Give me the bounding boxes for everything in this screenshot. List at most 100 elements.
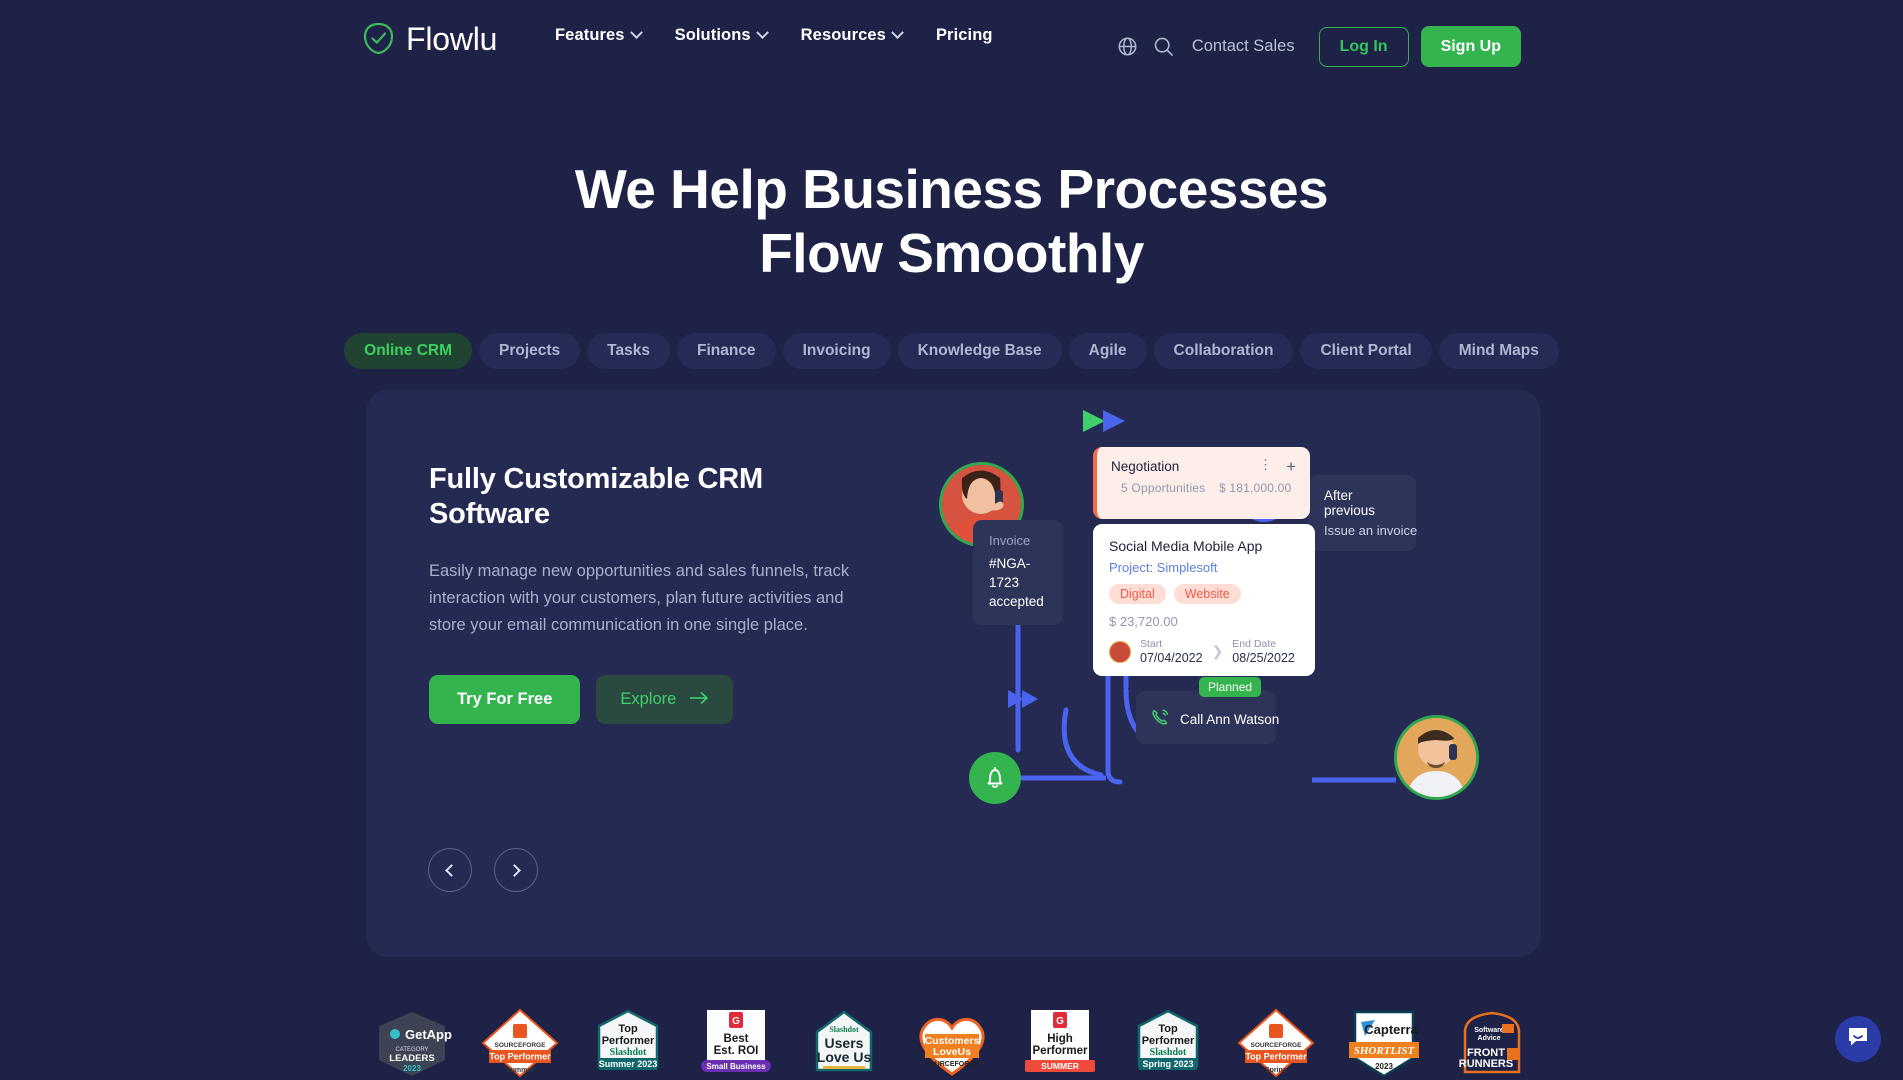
tab-tasks[interactable]: Tasks bbox=[587, 333, 670, 369]
crm-illustration: After previous Issue an invoice Invoice … bbox=[366, 390, 1541, 957]
status-badge: Planned bbox=[1199, 677, 1262, 697]
chevron-right-icon bbox=[508, 863, 521, 877]
signup-button[interactable]: Sign Up bbox=[1420, 26, 1521, 67]
badge-g2-high-performer-summer: G High Performer SUMMER bbox=[1017, 1006, 1103, 1080]
negotiation-opportunities: 5 Opportunities bbox=[1121, 481, 1206, 495]
tab-finance[interactable]: Finance bbox=[676, 333, 776, 369]
page-title-line2: Flow Smoothly bbox=[759, 221, 1144, 284]
task-card[interactable]: Call Ann Watson bbox=[1136, 691, 1279, 744]
chevron-down-icon bbox=[629, 26, 643, 40]
feature-tabs: Online CRM Projects Tasks Finance Invoic… bbox=[0, 333, 1903, 369]
svg-text:LoveUs: LoveUs bbox=[933, 1046, 971, 1058]
header-actions: Contact Sales Log In Sign Up bbox=[1110, 26, 1521, 67]
brand-logo[interactable]: Flowlu bbox=[362, 22, 497, 55]
svg-text:Summer: Summer bbox=[505, 1067, 533, 1074]
chat-bubble-icon bbox=[1847, 1026, 1869, 1053]
svg-text:Love Us: Love Us bbox=[816, 1049, 871, 1065]
primary-navigation: Features Solutions Resources Pricing bbox=[555, 26, 993, 45]
deal-project[interactable]: Project: Simplesoft bbox=[1109, 560, 1299, 575]
svg-text:Performer: Performer bbox=[601, 1035, 654, 1047]
badge-sourceforge-customers-love-us: Customers LoveUs SOURCEFORGE bbox=[909, 1006, 995, 1080]
svg-text:Small Business: Small Business bbox=[706, 1062, 766, 1071]
phone-call-icon bbox=[1150, 707, 1170, 732]
tab-collaboration[interactable]: Collaboration bbox=[1153, 333, 1294, 369]
tab-knowledge-base[interactable]: Knowledge Base bbox=[897, 333, 1062, 369]
carousel-prev-button[interactable] bbox=[428, 848, 472, 892]
svg-text:Best: Best bbox=[723, 1033, 748, 1045]
avatar-man-calling bbox=[1394, 715, 1479, 800]
award-badges: GetApp CATEGORY LEADERS 2023 SOURCEFORGE… bbox=[0, 1006, 1903, 1080]
badge-slashdot-top-performer-spring-2023: Top Performer Slashdot Spring 2023 bbox=[1125, 1006, 1211, 1080]
chevron-down-icon bbox=[891, 26, 904, 40]
svg-text:2023: 2023 bbox=[1375, 1062, 1393, 1071]
tab-projects[interactable]: Projects bbox=[479, 333, 581, 369]
svg-text:SOURCEFORGE: SOURCEFORGE bbox=[1250, 1042, 1302, 1049]
automation-tooltip-line1: After previous bbox=[1324, 488, 1376, 518]
invoice-tooltip-number: #NGA-1723 bbox=[989, 556, 1031, 590]
automation-tooltip-line2: Issue an invoice bbox=[1324, 523, 1418, 538]
nav-item-pricing[interactable]: Pricing bbox=[936, 26, 993, 45]
nav-label: Resources bbox=[800, 26, 886, 44]
login-button[interactable]: Log In bbox=[1318, 26, 1409, 67]
badge-slashdot-users-love-us: Slashdot Users Love Us bbox=[801, 1006, 887, 1080]
page-title-line1: We Help Business Processes bbox=[574, 158, 1329, 220]
carousel-controls bbox=[428, 848, 538, 892]
badge-g2-best-est-roi: G Best Est. ROI Small Business bbox=[693, 1006, 779, 1080]
page-title: We Help Business Processes Flow Smoothly bbox=[0, 158, 1903, 286]
svg-text:RUNNERS: RUNNERS bbox=[1458, 1058, 1512, 1070]
badge-software-advice-front-runners: Software Advice FRONT RUNNERS bbox=[1449, 1006, 1535, 1080]
tab-agile[interactable]: Agile bbox=[1068, 333, 1147, 369]
search-icon[interactable] bbox=[1146, 29, 1182, 65]
nav-item-resources[interactable]: Resources bbox=[800, 26, 904, 45]
tab-mind-maps[interactable]: Mind Maps bbox=[1438, 333, 1559, 369]
svg-text:G: G bbox=[732, 1016, 740, 1027]
deal-title: Social Media Mobile App bbox=[1109, 538, 1263, 554]
deal-start: Start 07/04/2022 bbox=[1140, 638, 1203, 665]
svg-text:Top: Top bbox=[1158, 1023, 1178, 1035]
svg-text:Slashdot: Slashdot bbox=[609, 1047, 646, 1058]
badge-capterra-shortlist: Capterra SHORTLIST 2023 bbox=[1341, 1006, 1427, 1080]
negotiation-card[interactable]: Negotiation 5 Opportunities $ 181,000.00… bbox=[1093, 447, 1310, 519]
bell-icon[interactable] bbox=[969, 752, 1021, 804]
svg-text:Slashdot: Slashdot bbox=[1149, 1047, 1186, 1058]
nav-item-features[interactable]: Features bbox=[555, 26, 643, 45]
nav-item-solutions[interactable]: Solutions bbox=[675, 26, 769, 45]
tab-invoicing[interactable]: Invoicing bbox=[782, 333, 891, 369]
svg-text:Advice: Advice bbox=[1477, 1035, 1500, 1042]
badge-slashdot-top-performer-summer-2023: Top Performer Slashdot Summer 2023 bbox=[585, 1006, 671, 1080]
invoice-tooltip-caption: Invoice bbox=[989, 533, 1031, 548]
svg-text:Capterra: Capterra bbox=[1364, 1022, 1418, 1037]
chat-widget-button[interactable] bbox=[1835, 1016, 1881, 1062]
kebab-menu-icon[interactable]: ⋮ bbox=[1259, 458, 1272, 471]
badge-line: GetApp bbox=[405, 1027, 452, 1042]
deal-end-label: End Date bbox=[1232, 638, 1277, 650]
svg-text:2023: 2023 bbox=[403, 1064, 421, 1073]
check-shield-icon bbox=[362, 22, 395, 55]
carousel-next-button[interactable] bbox=[494, 848, 538, 892]
contact-sales-link[interactable]: Contact Sales bbox=[1192, 37, 1295, 56]
deal-end: End Date 08/25/2022 bbox=[1232, 638, 1295, 665]
avatar bbox=[1109, 640, 1131, 663]
page-root: Flowlu Features Solutions Resources Pric… bbox=[0, 0, 1903, 1080]
deal-end-date: 08/25/2022 bbox=[1232, 651, 1295, 665]
deal-tag-digital: Digital bbox=[1109, 584, 1166, 604]
deal-start-label: Start bbox=[1140, 638, 1163, 650]
svg-text:G: G bbox=[1056, 1016, 1064, 1027]
svg-text:Slashdot: Slashdot bbox=[829, 1025, 859, 1034]
deal-card[interactable]: Social Media Mobile App Project: Simples… bbox=[1093, 524, 1315, 676]
svg-text:SOURCEFORGE: SOURCEFORGE bbox=[494, 1042, 546, 1049]
globe-icon[interactable] bbox=[1110, 29, 1146, 65]
svg-text:Spring: Spring bbox=[1264, 1067, 1286, 1074]
svg-text:Top: Top bbox=[618, 1023, 638, 1035]
svg-text:High: High bbox=[1047, 1033, 1073, 1045]
svg-text:Summer 2023: Summer 2023 bbox=[598, 1059, 657, 1069]
badge-sourceforge-top-performer-summer: SOURCEFORGE Top Performer Summer bbox=[477, 1006, 563, 1080]
chevron-right-icon: ❯ bbox=[1211, 643, 1224, 659]
svg-text:Spring 2023: Spring 2023 bbox=[1142, 1059, 1193, 1069]
svg-text:Performer: Performer bbox=[1032, 1045, 1087, 1057]
plus-icon[interactable]: + bbox=[1286, 457, 1296, 477]
tab-client-portal[interactable]: Client Portal bbox=[1300, 333, 1432, 369]
nav-label: Features bbox=[555, 26, 625, 44]
svg-text:Top Performer: Top Performer bbox=[1245, 1052, 1307, 1062]
tab-online-crm[interactable]: Online CRM bbox=[344, 333, 472, 369]
